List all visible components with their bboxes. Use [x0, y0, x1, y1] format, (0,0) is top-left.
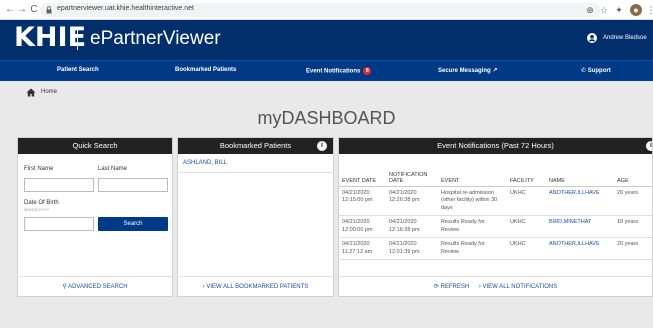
extension-icon[interactable]: ✦	[613, 4, 625, 16]
user-icon	[587, 33, 597, 43]
column-header[interactable]: EVENT	[438, 160, 507, 187]
column-header[interactable]: AGE	[614, 160, 652, 187]
event-notifications-title: Event Notifications (Past 72 Hours) i	[339, 138, 652, 154]
reload-icon[interactable]: C	[27, 3, 41, 17]
info-icon[interactable]: i	[317, 141, 327, 151]
facility-cell: UKHC	[507, 186, 546, 216]
patient-name-link[interactable]: ANOTHER,ILLHAVE	[546, 237, 614, 260]
facility-cell: UKHC	[507, 237, 546, 260]
logo-divider	[77, 28, 78, 50]
address-bar[interactable]: epartnerviewer.uat.khie.healthinteractiv…	[40, 3, 600, 17]
first-name-input[interactable]	[24, 178, 94, 192]
user-name: Andrew Bledsoe	[603, 35, 647, 41]
facility-cell: UKHC	[507, 215, 546, 238]
nav-event-notifications-label: Event Notifications	[306, 68, 361, 75]
app-header: KHIE ePartnerViewer Andrew Bledsoe	[0, 20, 653, 60]
search-button[interactable]: Search	[98, 217, 168, 231]
breadcrumb-home[interactable]: Home	[41, 89, 57, 95]
patient-name-link[interactable]: ANOTHER,ILLHAVE	[546, 186, 614, 216]
age-cell: 20 years	[614, 186, 652, 216]
refresh-link[interactable]: ⟳ REFRESH	[433, 277, 470, 296]
age-cell: 19 years	[614, 215, 652, 238]
events-table: EVENT DATE NOTIFICATION DATE EVENT FACIL…	[339, 160, 652, 260]
last-name-label: Last Name	[98, 166, 128, 172]
bookmarked-patients-title-text: Bookmarked Patients	[219, 141, 292, 150]
notification-date-cell: 04/21/2020 12:01:39 pm	[386, 237, 438, 260]
app-title: ePartnerViewer	[90, 28, 221, 49]
view-all-notifications-link[interactable]: › VIEW ALL NOTIFICATIONS	[479, 277, 558, 296]
nav-support[interactable]: ✆ Support	[581, 67, 611, 74]
nav-bookmarked-patients[interactable]: Bookmarked Patients	[175, 67, 236, 73]
main-nav: Patient Search Bookmarked Patients Event…	[0, 60, 653, 81]
advanced-search-link[interactable]: ⚲ ADVANCED SEARCH	[18, 276, 172, 296]
event-cell: Results Ready for Review	[438, 237, 507, 260]
bookmarked-patients-panel: Bookmarked Patients i ASHLAND, BILL › VIE…	[177, 137, 334, 297]
age-cell: 20 years	[614, 237, 652, 260]
event-date-cell: 04/21/2020 11:27:12 am	[339, 237, 386, 260]
lock-icon	[46, 6, 52, 14]
divider	[178, 172, 333, 173]
zoom-icon[interactable]: ⊕	[584, 4, 596, 16]
quick-search-panel: Quick Search First Name Last Name Date O…	[17, 137, 173, 297]
view-all-bookmarks-label: VIEW ALL BOOKMARKED PATIENTS	[206, 284, 309, 290]
notification-count-badge: 8	[363, 67, 372, 75]
khie-logo[interactable]: KHIE	[14, 22, 86, 53]
nav-event-notifications[interactable]: Event Notifications 8	[306, 67, 372, 75]
event-notifications-title-text: Event Notifications (Past 72 Hours)	[437, 141, 554, 150]
nav-patient-search[interactable]: Patient Search	[57, 67, 99, 73]
user-menu[interactable]: Andrew Bledsoe	[587, 33, 653, 47]
dob-hint: MM/DD/YYYY	[24, 207, 50, 212]
table-row[interactable]: 04/21/2020 11:27:12 am 04/21/2020 12:01:…	[339, 237, 652, 260]
refresh-label: REFRESH	[440, 284, 470, 290]
menu-icon[interactable]: ⋮	[645, 4, 653, 16]
notification-date-cell: 04/21/2020 12:16:38 pm	[386, 215, 438, 238]
info-icon[interactable]: i	[646, 141, 652, 151]
table-row[interactable]: 04/21/2020 12:00:00 pm 04/21/2020 12:16:…	[339, 215, 652, 238]
event-notifications-panel: Event Notifications (Past 72 Hours) i EVE…	[338, 137, 653, 297]
events-footer: ⟳ REFRESH › VIEW ALL NOTIFICATIONS	[339, 276, 652, 296]
home-icon[interactable]	[26, 88, 36, 97]
event-cell: Results Ready for Review	[438, 215, 507, 238]
view-all-bookmarks-link[interactable]: › VIEW ALL BOOKMARKED PATIENTS	[178, 276, 333, 296]
bookmarked-patient-link[interactable]: ASHLAND, BILL	[183, 160, 227, 166]
column-header[interactable]: EVENT DATE	[339, 160, 386, 187]
browser-toolbar: ← → C epartnerviewer.uat.khie.healthinte…	[0, 0, 653, 20]
bookmarked-patients-title: Bookmarked Patients i	[178, 138, 333, 154]
patient-name-link[interactable]: BIRD,MINETHAT	[546, 215, 614, 238]
phone-icon: ✆	[581, 68, 588, 74]
event-date-cell: 04/21/2020 12:15:00 pm	[339, 186, 386, 216]
url-text: epartnerviewer.uat.khie.healthinteractiv…	[57, 5, 194, 12]
column-header[interactable]: NAME	[546, 160, 614, 187]
table-row[interactable]: 04/21/2020 12:15:00 pm 04/21/2020 12:26:…	[339, 186, 652, 216]
page-title: myDASHBOARD	[257, 108, 396, 128]
column-header[interactable]: FACILITY	[507, 160, 546, 187]
nav-secure-messaging[interactable]: Secure Messaging ↗	[438, 67, 497, 74]
last-name-input[interactable]	[98, 178, 168, 192]
view-all-notifications-label: VIEW ALL NOTIFICATIONS	[482, 284, 558, 290]
breadcrumb: Home	[15, 86, 653, 100]
event-date-cell: 04/21/2020 12:00:00 pm	[339, 215, 386, 238]
refresh-icon: ⟳	[433, 284, 441, 290]
quick-search-title: Quick Search	[18, 138, 172, 154]
event-cell: Hospital re-admission (other facility) w…	[438, 186, 507, 216]
advanced-search-label: ADVANCED SEARCH	[68, 284, 128, 290]
column-header[interactable]: NOTIFICATION DATE	[386, 160, 438, 187]
notification-date-cell: 04/21/2020 12:26:38 pm	[386, 186, 438, 216]
nav-support-label: Support	[587, 68, 611, 74]
star-icon[interactable]: ☆	[598, 4, 610, 16]
first-name-label: First Name	[24, 166, 54, 172]
dob-label: Date Of Birth	[24, 200, 59, 206]
dob-input[interactable]	[24, 217, 94, 231]
table-header-row: EVENT DATE NOTIFICATION DATE EVENT FACIL…	[339, 160, 652, 187]
profile-avatar-icon[interactable]: ●	[630, 4, 642, 16]
